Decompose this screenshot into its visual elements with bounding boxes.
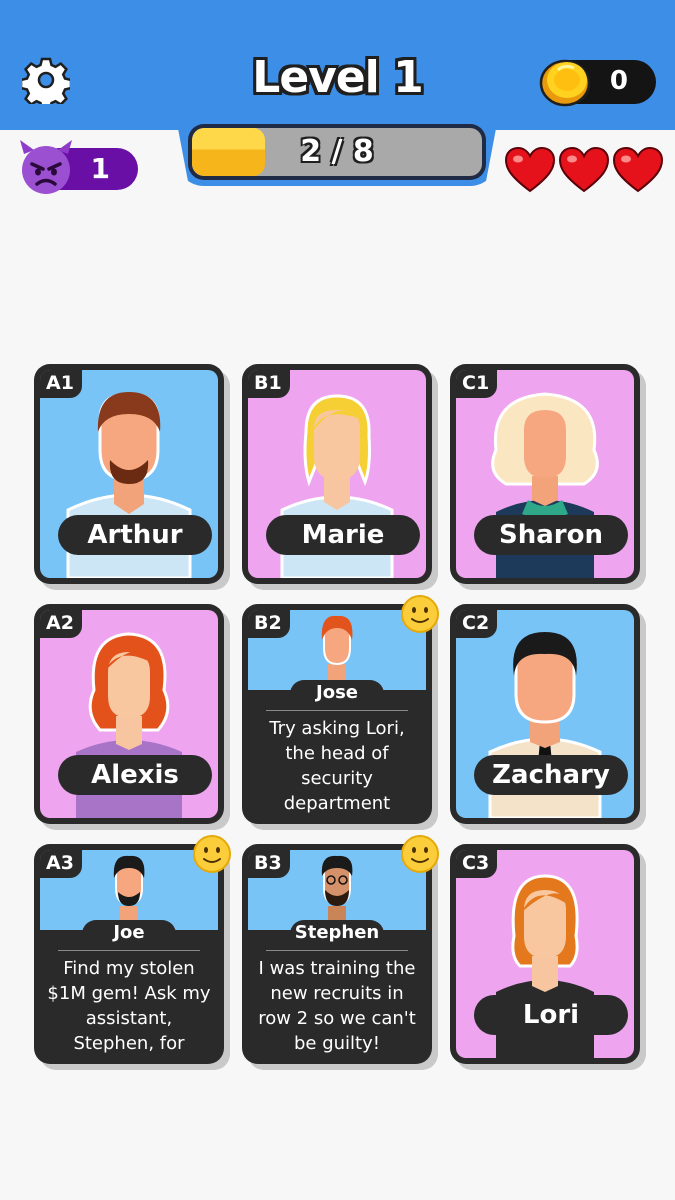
- smiley-icon: [401, 595, 439, 633]
- card-b3[interactable]: B3 Stephen I was training the new recrui…: [242, 844, 432, 1064]
- divider: [58, 950, 200, 951]
- card-a2[interactable]: A2 Alexis: [34, 604, 224, 824]
- heart-icon: [504, 146, 556, 193]
- card-c1[interactable]: C1 Sharon: [450, 364, 640, 584]
- clue-text: Try asking Lori, the head of security de…: [269, 718, 405, 814]
- coin-count: 0: [609, 66, 628, 96]
- name-plate: Zachary: [474, 755, 628, 795]
- name-plate: Jose: [290, 680, 384, 706]
- smiley-icon: [193, 835, 231, 873]
- card-tag: A1: [40, 370, 82, 398]
- card-tag: C2: [456, 610, 498, 638]
- card-a3[interactable]: A3 Joe Find my stolen $1M gem! Ask my as…: [34, 844, 224, 1064]
- heart-icon: [612, 146, 664, 193]
- card-c3[interactable]: C3 Lori: [450, 844, 640, 1064]
- devil-face-icon: [20, 140, 72, 194]
- card-tag: C3: [456, 850, 498, 878]
- card-b2[interactable]: B2 Jose Try asking Lori, the head of sec…: [242, 604, 432, 824]
- name-plate: Stephen: [290, 920, 384, 946]
- card-a1[interactable]: A1 Arthur: [34, 364, 224, 584]
- devil-count: 1: [90, 152, 110, 185]
- progress-text: 2 / 8: [300, 134, 374, 169]
- card-tag: B3: [248, 850, 290, 878]
- name-plate: Sharon: [474, 515, 628, 555]
- divider: [266, 710, 408, 711]
- smiley-icon: [401, 835, 439, 873]
- card-tag: C1: [456, 370, 498, 398]
- coin-icon: [539, 59, 591, 107]
- name-plate: Lori: [474, 995, 628, 1035]
- clue-text: Find my stolen $1M gem! Ask my assistant…: [47, 958, 211, 1054]
- heart-icon: [558, 146, 610, 193]
- card-b1[interactable]: B1 Marie: [242, 364, 432, 584]
- name-plate: Alexis: [58, 755, 212, 795]
- divider: [266, 950, 408, 951]
- name-plate: Joe: [82, 920, 176, 946]
- card-tag: A3: [40, 850, 82, 878]
- clue-text: I was training the new recruits in row 2…: [258, 958, 416, 1054]
- progress-bar: 2 / 8: [188, 124, 486, 180]
- card-tag: A2: [40, 610, 82, 638]
- card-tag: B1: [248, 370, 290, 398]
- card-tag: B2: [248, 610, 290, 638]
- name-plate: Marie: [266, 515, 420, 555]
- card-c2[interactable]: C2 Zachary: [450, 604, 640, 824]
- name-plate: Arthur: [58, 515, 212, 555]
